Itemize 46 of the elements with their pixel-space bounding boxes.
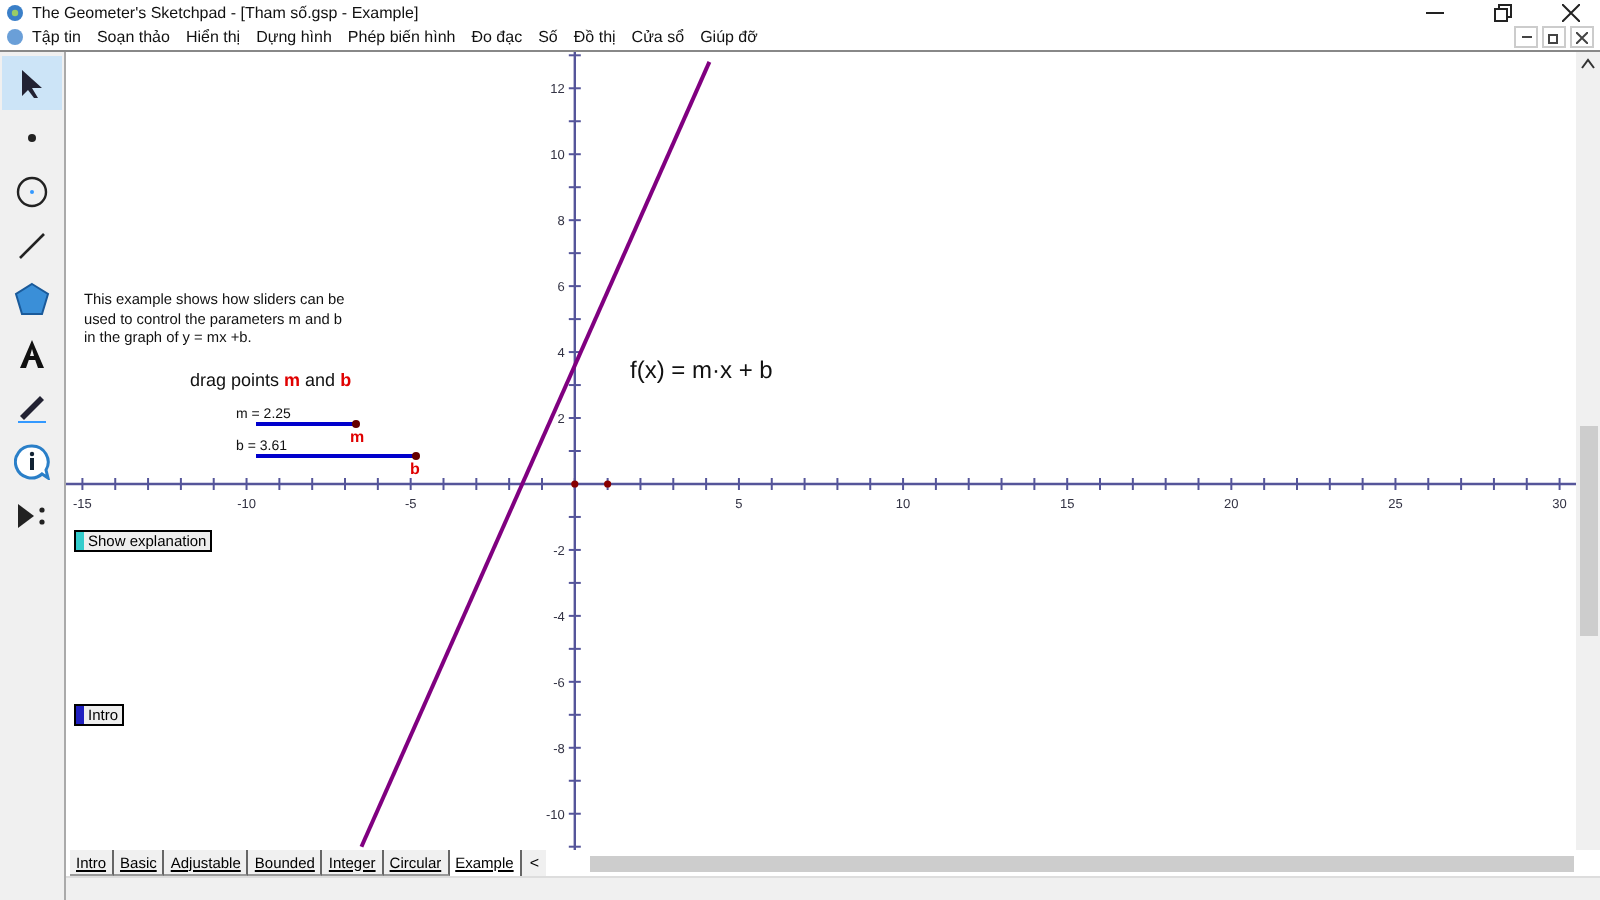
pentagon-icon bbox=[14, 282, 50, 316]
menu-item[interactable]: Tập tin bbox=[24, 28, 89, 46]
close-button[interactable] bbox=[1570, 26, 1594, 48]
slider-line[interactable] bbox=[256, 422, 356, 426]
arrow-pointer-icon bbox=[18, 67, 46, 99]
menu-item[interactable]: Cửa sổ bbox=[623, 28, 693, 46]
menu-item[interactable]: Đo đạc bbox=[463, 28, 531, 46]
app-logo-icon bbox=[6, 3, 24, 21]
horizontal-scrollbar[interactable] bbox=[590, 856, 1574, 872]
menu-item[interactable]: Đồ thị bbox=[565, 28, 624, 46]
menu-item[interactable]: Phép biến hình bbox=[339, 28, 464, 46]
tool-button[interactable] bbox=[2, 56, 62, 110]
letter-icon bbox=[16, 337, 48, 369]
scrollbar-thumb[interactable] bbox=[1579, 426, 1597, 636]
scroll-up-icon[interactable] bbox=[1580, 58, 1596, 70]
pen-icon bbox=[14, 391, 50, 423]
instruction-text: drag points m and b bbox=[190, 370, 352, 390]
play-dots-icon bbox=[16, 501, 48, 529]
point-marker bbox=[571, 480, 579, 488]
restore-icon bbox=[1493, 3, 1511, 21]
restore-icon bbox=[1548, 31, 1560, 43]
menu-item[interactable]: Số bbox=[530, 28, 566, 46]
tab-scroll-button[interactable]: < bbox=[521, 850, 547, 876]
point-label: b bbox=[410, 460, 420, 478]
menu-item[interactable]: Soạn thảo bbox=[88, 28, 178, 46]
point-marker bbox=[604, 480, 612, 488]
restore-button[interactable] bbox=[1542, 26, 1566, 48]
function-label: f(x) = m·x + b bbox=[630, 356, 773, 384]
close-icon bbox=[1561, 3, 1579, 21]
point-label: m bbox=[350, 428, 365, 446]
minimize-icon bbox=[1521, 36, 1531, 38]
menu-item[interactable]: Giúp đỡ bbox=[692, 28, 766, 46]
close-icon bbox=[1576, 31, 1588, 43]
document-icon bbox=[6, 28, 24, 46]
point-icon bbox=[28, 133, 36, 141]
menu-item[interactable]: Dựng hình bbox=[248, 28, 340, 46]
circle-icon bbox=[16, 175, 48, 207]
slider-line[interactable] bbox=[256, 454, 416, 458]
minimize-button[interactable] bbox=[1514, 26, 1538, 48]
minimize-icon bbox=[1425, 11, 1443, 13]
slider-handle[interactable] bbox=[352, 420, 360, 428]
info-icon bbox=[14, 443, 50, 479]
window-title: The Geometer's Sketchpad - [Tham số.gsp - Example] bbox=[32, 3, 421, 21]
slider-handle[interactable] bbox=[412, 452, 420, 460]
menu-item[interactable]: Hiển thị bbox=[177, 28, 249, 46]
line-segment-icon bbox=[16, 229, 48, 261]
